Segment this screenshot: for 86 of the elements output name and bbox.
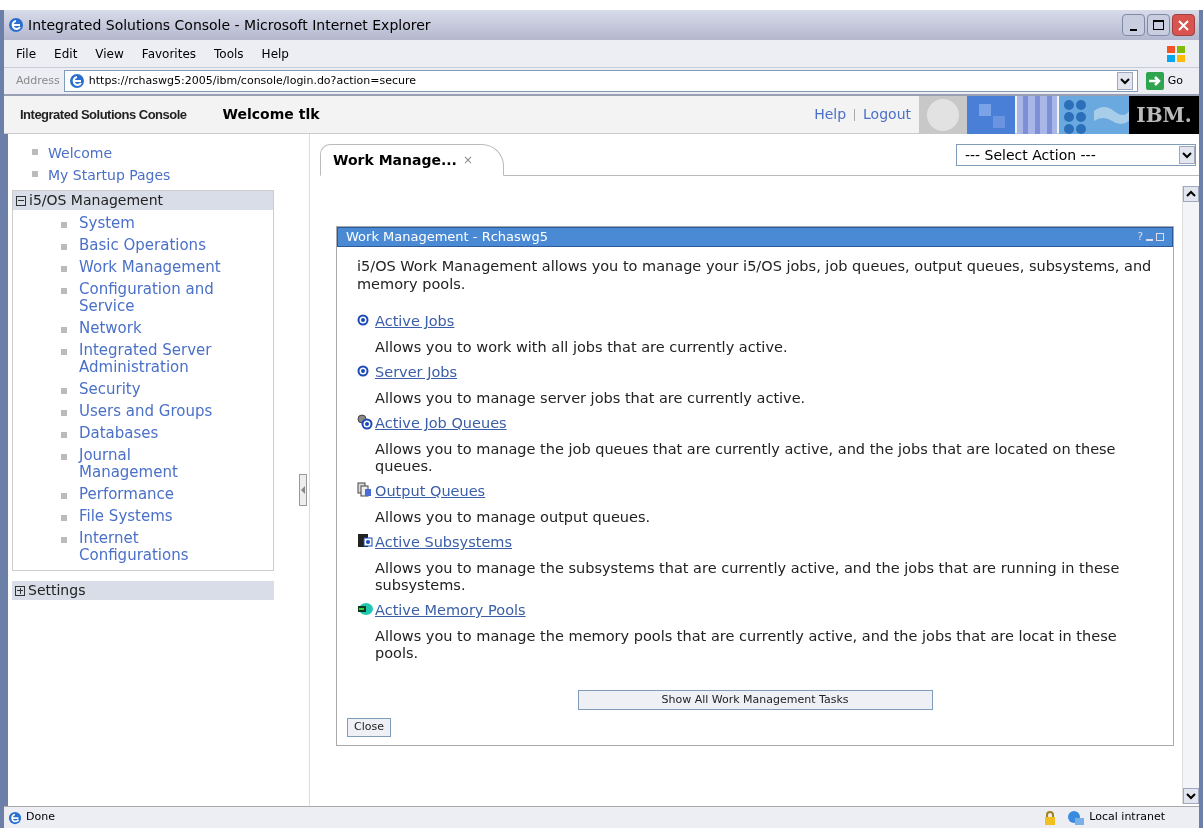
show-all-button[interactable]: Show All Work Management Tasks: [577, 690, 933, 710]
nav-link[interactable]: Security: [79, 380, 141, 398]
menu-item[interactable]: File: [16, 44, 37, 63]
windows-flag-icon: [1165, 43, 1187, 64]
nav-link[interactable]: Basic Operations: [79, 236, 206, 254]
nav-link[interactable]: Databases: [79, 424, 159, 442]
portlet-title-bar: Work Management - Rchaswg5 ?: [337, 227, 1173, 247]
lock-icon: [1043, 810, 1058, 825]
bullet-icon: [61, 243, 67, 250]
address-label: Address: [16, 72, 60, 89]
nav-link[interactable]: Work Management: [79, 258, 221, 276]
nav-link[interactable]: Internet Configurations: [79, 529, 233, 564]
nav-link[interactable]: Welcome: [48, 142, 113, 164]
nav-link[interactable]: Network: [79, 319, 142, 337]
page-done-icon: [8, 810, 22, 825]
scroll-up-icon[interactable]: [1183, 186, 1199, 202]
browser-icon: [8, 17, 24, 33]
task-description: Allows you to manage output queues.: [374, 509, 652, 526]
tab[interactable]: Work Manage...: [333, 149, 457, 171]
vertical-scrollbar[interactable]: [1182, 186, 1199, 804]
task-description: Allows you to work with all jobs that are currently active.: [374, 339, 789, 356]
menu-item[interactable]: View: [95, 44, 124, 63]
scroll-down-icon[interactable]: [1183, 788, 1199, 804]
job-queue-icon: [357, 414, 373, 430]
bullet-icon: [32, 171, 38, 177]
bullet-icon: [61, 387, 67, 394]
close-button[interactable]: [1172, 14, 1195, 36]
menu-item[interactable]: Tools: [214, 44, 244, 63]
bullet-icon: [61, 409, 67, 416]
bullet-icon: [61, 348, 67, 355]
nav-link[interactable]: Journal Management: [79, 446, 233, 481]
status-text: Done: [26, 809, 55, 826]
nav-link[interactable]: File Systems: [79, 507, 173, 525]
bullet-icon: [61, 492, 67, 499]
collapse-handle[interactable]: [299, 474, 307, 506]
nav-link[interactable]: My Startup Pages: [48, 164, 171, 186]
select-action-dropdown[interactable]: --- Select Action ---: [956, 144, 1196, 166]
task-description: Allows you to manage the memory pools that are currently active, and the jobs that are locat in these pools.: [374, 628, 1118, 662]
address-field[interactable]: https://rchaswg5:2005/ibm/console/login.do?action=secure: [63, 70, 1138, 92]
minimize-button[interactable]: [1122, 14, 1145, 36]
nav-link[interactable]: Configuration and Service: [79, 280, 233, 315]
task-link[interactable]: Active Subsystems: [375, 532, 513, 552]
menu-item[interactable]: Edit: [54, 44, 78, 63]
bullet-icon: [61, 221, 67, 228]
bullet-icon: [61, 536, 67, 543]
window-title: Integrated Solutions Console - Microsoft Internet Explorer: [28, 15, 431, 35]
product-name: Integrated Solutions Console: [20, 105, 187, 124]
task-link[interactable]: Active Jobs: [375, 311, 455, 331]
intranet-icon: [1067, 809, 1086, 826]
close-tab-button[interactable]: ×: [462, 151, 473, 169]
close-icon: [1178, 19, 1189, 31]
task-description: Allows you to manage server jobs that are currently active.: [374, 390, 807, 407]
close-portlet-button[interactable]: Close: [347, 718, 391, 737]
welcome-text: Welcome tlk: [222, 105, 320, 124]
subsystem-icon: [357, 533, 373, 549]
nav-link[interactable]: Performance: [79, 485, 175, 503]
bullet-icon: [32, 149, 38, 155]
bullet-icon: [61, 453, 67, 460]
memory-pool-icon: [357, 601, 373, 617]
bullet-icon: [61, 514, 67, 521]
output-queue-icon: [357, 482, 373, 498]
nav-link[interactable]: System: [79, 214, 135, 232]
intro-text: i5/OS Work Management allows you to manage your i5/OS jobs, job queues, output queues, subsystems, and memory pools.: [357, 257, 1153, 293]
task-link[interactable]: Server Jobs: [375, 362, 458, 382]
bullet-icon: [61, 287, 67, 294]
zone-text: Local intranet: [1089, 809, 1165, 826]
nav-link[interactable]: Integrated Server Administration: [79, 341, 233, 376]
task-description: Allows you to manage the subsystems that are currently active, and the jobs that are running in these subsystems.: [374, 560, 1121, 594]
section-header[interactable]: Settings: [12, 581, 274, 600]
task-link[interactable]: Output Queues: [375, 481, 486, 501]
task-link[interactable]: Active Job Queues: [375, 413, 507, 433]
section-header[interactable]: i5/OS Management: [13, 191, 273, 210]
nav-link[interactable]: Users and Groups: [79, 402, 213, 420]
menu-item[interactable]: Help: [261, 44, 289, 63]
task-description: Allows you to manage the job queues that are currently active, and the jobs that are located on these queues.: [374, 441, 1117, 475]
task-link[interactable]: Active Memory Pools: [375, 600, 526, 620]
header-link[interactable]: Help: [814, 104, 847, 125]
bullet-icon: [61, 326, 67, 333]
header-link[interactable]: Logout: [863, 104, 911, 125]
bullet-icon: [61, 265, 67, 272]
page-icon: [68, 73, 85, 89]
ibm-logo: IBM.: [1129, 95, 1199, 134]
menu-item[interactable]: Favorites: [141, 44, 197, 63]
bullet-icon: [61, 431, 67, 438]
maximize-button[interactable]: [1147, 14, 1170, 36]
go-button[interactable]: Go: [1141, 72, 1187, 90]
